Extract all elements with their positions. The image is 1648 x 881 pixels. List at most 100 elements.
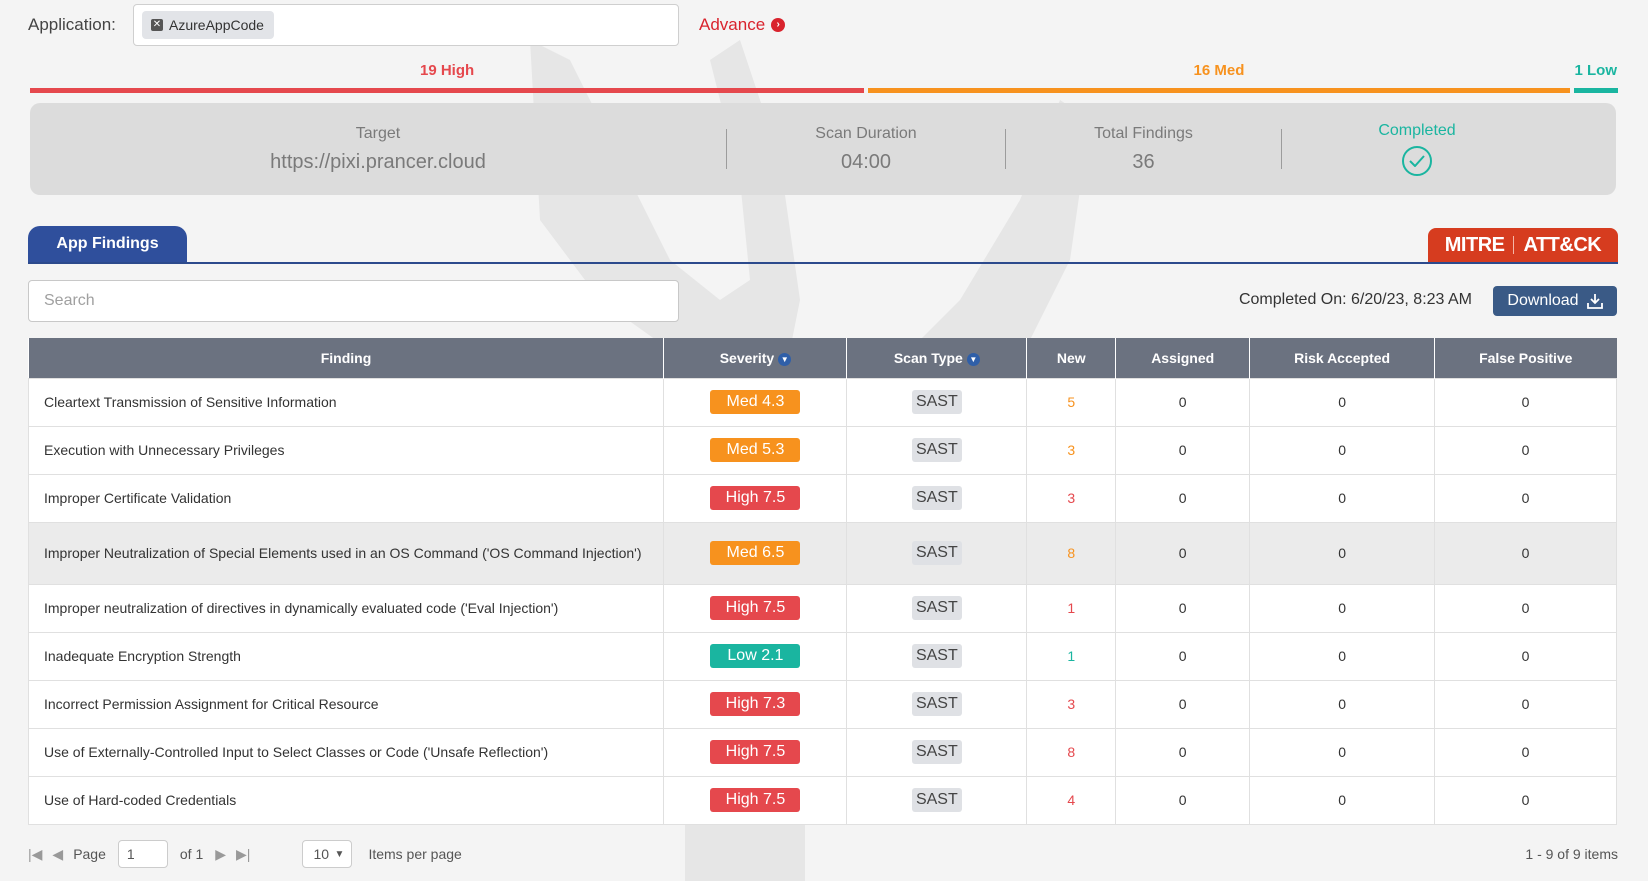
scan-type-cell: SAST: [846, 377, 1028, 427]
page-number-input[interactable]: 1: [117, 840, 168, 868]
new-count-cell: 3: [1026, 679, 1117, 729]
table-row[interactable]: Improper Certificate Validation High 7.5 S…: [27, 473, 1617, 523]
first-page-icon[interactable]: |◀: [28, 846, 42, 863]
chevron-right-circle-icon: ›: [771, 18, 786, 32]
scan-type-badge: SAST: [911, 644, 962, 668]
prev-page-icon[interactable]: ◀: [52, 846, 63, 863]
severity-badge: High 7.5: [710, 788, 801, 812]
items-per-page-value: 10: [313, 846, 330, 862]
assigned-cell: 0: [1115, 631, 1251, 681]
duration-value: 04:00: [840, 150, 892, 173]
risk-accepted-cell: 0: [1249, 377, 1436, 427]
scan-type-badge: SAST: [911, 486, 962, 510]
high-severity-bar: [30, 88, 864, 93]
target-value: https://pixi.prancer.cloud: [270, 150, 486, 173]
assigned-cell: 0: [1115, 521, 1251, 585]
new-count-cell: 3: [1026, 473, 1117, 523]
risk-accepted-cell: 0: [1249, 631, 1436, 681]
scan-type-badge: SAST: [911, 788, 962, 812]
risk-accepted-cell: 0: [1249, 727, 1436, 777]
new-count-cell: 8: [1026, 727, 1117, 777]
assigned-cell: 0: [1115, 473, 1251, 523]
table-row[interactable]: Cleartext Transmission of Sensitive Info…: [27, 377, 1617, 427]
col-finding[interactable]: Finding: [28, 338, 665, 378]
attack-logo-text: ATT&CK: [1523, 233, 1602, 256]
scan-type-cell: SAST: [846, 425, 1028, 475]
advance-label: Advance: [699, 15, 766, 34]
findings-table: Finding Severity ▼ Scan Type ▼ New Assigne…: [27, 338, 1617, 825]
scan-type-cell: SAST: [846, 583, 1028, 633]
med-severity-bar: [868, 88, 1570, 93]
table-row[interactable]: Improper Neutralization of Special Eleme…: [27, 521, 1617, 585]
col-risk-accepted[interactable]: Risk Accepted: [1249, 338, 1436, 378]
severity-cell: High 7.5: [663, 727, 848, 777]
assigned-cell: 0: [1115, 727, 1251, 777]
target-block: Target https://pixi.prancer.cloud: [30, 103, 726, 195]
severity-cell: High 7.5: [663, 583, 848, 633]
completed-on-text: Completed On: 6/20/23, 8:23 AM: [1238, 291, 1472, 308]
scan-type-badge: SAST: [911, 438, 962, 462]
col-assigned[interactable]: Assigned: [1115, 338, 1251, 378]
application-chip-label: AzureAppCode: [169, 17, 264, 33]
application-chip[interactable]: ✕ AzureAppCode: [142, 11, 274, 39]
application-input[interactable]: ✕ AzureAppCode: [133, 4, 679, 46]
sort-chevron-icon[interactable]: ▼: [966, 352, 980, 366]
scan-type-cell: SAST: [846, 631, 1028, 681]
items-per-page-select[interactable]: 10 ▼: [302, 840, 353, 868]
new-count-cell: 8: [1026, 521, 1117, 585]
sort-chevron-icon[interactable]: ▼: [778, 352, 792, 366]
download-button[interactable]: Download: [1493, 286, 1617, 316]
severity-badge: Low 2.1: [710, 644, 801, 668]
false-positive-cell: 0: [1434, 377, 1617, 427]
duration-label: Scan Duration: [815, 124, 917, 142]
last-page-icon[interactable]: ▶|: [236, 846, 250, 863]
col-false-positive[interactable]: False Positive: [1434, 338, 1617, 378]
new-count-cell: 1: [1026, 583, 1117, 633]
scan-type-cell: SAST: [846, 521, 1028, 585]
severity-badge: High 7.5: [710, 486, 801, 510]
severity-cell: Med 4.3: [663, 377, 848, 427]
assigned-cell: 0: [1115, 679, 1251, 729]
col-severity[interactable]: Severity ▼: [663, 338, 848, 378]
false-positive-cell: 0: [1434, 727, 1617, 777]
table-row[interactable]: Use of Externally-Controlled Input to Se…: [27, 727, 1617, 777]
table-row[interactable]: Improper neutralization of directives in…: [27, 583, 1617, 633]
table-row[interactable]: Inadequate Encryption Strength Low 2.1 SAS…: [27, 631, 1617, 681]
download-icon: [1586, 294, 1603, 309]
tab-app-findings[interactable]: App Findings: [28, 226, 187, 262]
high-count-label[interactable]: 19 High: [420, 62, 474, 79]
assigned-cell: 0: [1115, 377, 1251, 427]
false-positive-cell: 0: [1434, 521, 1617, 585]
table-row[interactable]: Execution with Unnecessary Privileges Med…: [27, 425, 1617, 475]
mitre-logo-text: MITRE: [1444, 233, 1505, 256]
status-label: Completed: [1378, 122, 1456, 139]
table-row[interactable]: Use of Hard-coded Credentials High 7.5 SAS…: [27, 775, 1617, 825]
tabs-bar: App Findings MITRE ATT&CK: [28, 226, 1618, 264]
finding-cell: Use of Hard-coded Credentials: [27, 775, 665, 825]
advance-link[interactable]: Advance ›: [699, 15, 786, 35]
scan-type-cell: SAST: [846, 473, 1028, 523]
severity-badge: Med 4.3: [710, 390, 801, 414]
table-body: Cleartext Transmission of Sensitive Info…: [27, 377, 1617, 825]
scan-type-cell: SAST: [846, 727, 1028, 777]
search-input[interactable]: [28, 280, 679, 322]
med-count-label[interactable]: 16 Med: [1194, 62, 1245, 79]
risk-accepted-cell: 0: [1249, 425, 1436, 475]
assigned-cell: 0: [1115, 775, 1251, 825]
false-positive-cell: 0: [1434, 425, 1617, 475]
severity-badge: Med 5.3: [710, 438, 801, 462]
false-positive-cell: 0: [1434, 679, 1617, 729]
low-count-label[interactable]: 1 Low: [1575, 62, 1618, 79]
severity-badge: Med 6.5: [710, 541, 801, 565]
col-new[interactable]: New: [1026, 338, 1117, 378]
col-scan-type[interactable]: Scan Type ▼: [846, 338, 1028, 378]
next-page-icon[interactable]: ▶: [215, 846, 226, 863]
remove-chip-icon[interactable]: ✕: [151, 19, 163, 31]
check-circle-icon: [1402, 146, 1432, 176]
page-total-label: of 1: [179, 846, 204, 862]
scan-summary-panel: Target https://pixi.prancer.cloud Scan D…: [30, 103, 1616, 195]
mitre-attack-button[interactable]: MITRE ATT&CK: [1428, 228, 1618, 262]
false-positive-cell: 0: [1434, 631, 1617, 681]
table-row[interactable]: Incorrect Permission Assignment for Crit…: [27, 679, 1617, 729]
risk-accepted-cell: 0: [1249, 521, 1436, 585]
